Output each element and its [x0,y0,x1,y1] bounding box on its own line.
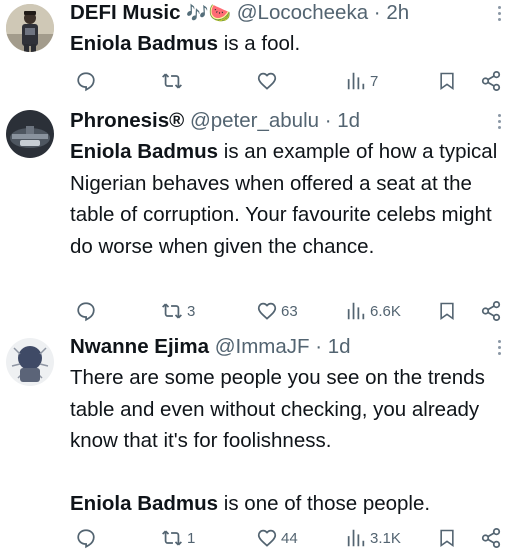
avatar-image [6,338,54,386]
views-button[interactable]: 7 [345,68,378,94]
view-count: 7 [370,72,379,90]
tweet-2[interactable]: Phronesis® @peter_abulu · 1d Eniola Badm… [0,104,512,326]
view-count: 3.1K [370,529,401,547]
more-options-icon[interactable] [498,6,502,24]
share-button[interactable] [480,298,502,324]
handle-time[interactable]: @Lococheeka · 2h [237,1,409,24]
display-name[interactable]: Nwanne Ejima [70,335,209,358]
avatar-image [6,4,54,52]
handle-time[interactable]: @peter_abulu · 1d [190,109,360,132]
share-button[interactable] [480,525,502,551]
tweet-text: Eniola Badmus is an example of how a typ… [70,136,506,262]
bookmark-button[interactable] [437,68,457,94]
reply-button[interactable] [75,298,100,324]
like-button[interactable]: 44 [256,525,298,551]
tweet-text-paragraph-2: Eniola Badmus is one of those people. [70,488,506,520]
reply-icon [77,72,95,92]
tweet-header: Nwanne Ejima @ImmaJF · 1d [70,334,351,360]
reply-button[interactable] [75,525,100,551]
retweet-count: 3 [187,302,196,320]
like-count: 63 [281,302,298,320]
bookmark-button[interactable] [437,298,457,324]
like-count: 44 [281,529,298,547]
retweet-button[interactable]: 3 [160,298,195,324]
mention[interactable]: Eniola Badmus [70,140,218,163]
like-button[interactable] [256,68,281,94]
views-chart-icon [347,302,365,320]
tweet-header: Phronesis® @peter_abulu · 1d [70,108,360,134]
retweet-count: 1 [187,529,196,547]
tweet-actions: 1 44 3.1K [0,525,512,551]
name-emoji: 🎶🍉 [186,3,232,23]
bookmark-icon [440,302,454,321]
heart-icon [257,529,277,547]
mention[interactable]: Eniola Badmus [70,32,218,55]
more-options-icon[interactable] [498,340,502,358]
tweet-text-paragraph-1: There are some people you see on the tre… [70,366,485,452]
retweet-icon [162,73,182,89]
more-options-icon[interactable] [498,114,502,132]
tweet-text: Eniola Badmus is a fool. [70,28,506,60]
retweet-button[interactable]: 1 [160,525,195,551]
avatar[interactable] [6,110,54,158]
retweet-icon [162,303,182,319]
handle-time[interactable]: @ImmaJF · 1d [215,335,351,358]
display-name[interactable]: Phronesis® [70,109,184,132]
reply-icon [77,302,95,322]
mention[interactable]: Eniola Badmus [70,492,218,515]
avatar[interactable] [6,4,54,52]
reply-icon [77,529,95,549]
display-name[interactable]: DEFI Music [70,1,181,24]
tweet-header: DEFI Music 🎶🍉 @Lococheeka · 2h [70,0,409,26]
bookmark-icon [440,529,454,548]
share-icon [481,300,501,322]
views-button[interactable]: 3.1K [345,525,401,551]
heart-icon [257,302,277,320]
avatar-image [6,110,54,158]
views-chart-icon [347,529,365,547]
avatar[interactable] [6,338,54,386]
bookmark-button[interactable] [437,525,457,551]
bookmark-icon [440,72,454,91]
share-icon [481,527,501,549]
heart-icon [257,72,277,90]
view-count: 6.6K [370,302,401,320]
share-icon [481,70,501,92]
reply-button[interactable] [75,68,100,94]
retweet-button[interactable] [160,68,187,94]
tweet-3[interactable]: Nwanne Ejima @ImmaJF · 1d There are some… [0,332,512,556]
tweet-text-content: is a fool. [218,32,301,55]
tweet-actions: 7 [0,68,512,94]
like-button[interactable]: 63 [256,298,298,324]
tweet-text: There are some people you see on the tre… [70,362,506,520]
share-button[interactable] [480,68,502,94]
tweet-actions: 3 63 6.6K [0,298,512,324]
retweet-icon [162,530,182,546]
tweet-1[interactable]: DEFI Music 🎶🍉 @Lococheeka · 2h Eniola Ba… [0,0,512,96]
views-button[interactable]: 6.6K [345,298,401,324]
tweet-text-content: is one of those people. [218,492,431,515]
views-chart-icon [347,72,365,90]
